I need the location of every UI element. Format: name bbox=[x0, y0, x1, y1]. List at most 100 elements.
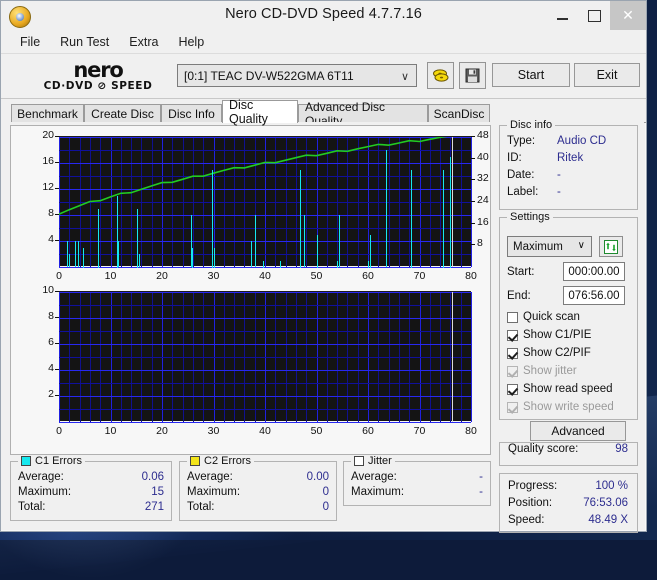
jitter-maximum-row: Maximum: - bbox=[344, 486, 490, 501]
y-axis-tick-label: 8 bbox=[29, 310, 54, 322]
maximize-button[interactable] bbox=[578, 1, 610, 30]
checkbox-show-read-speed[interactable]: Show read speed bbox=[507, 381, 613, 397]
disc-id-value: Ritek bbox=[557, 152, 583, 164]
quality-score-value: 98 bbox=[615, 443, 628, 455]
tab-content-disc-quality: 481216208162432404801020304050607080 246… bbox=[1, 122, 644, 530]
checkbox-show-jitter: Show jitter bbox=[507, 363, 577, 379]
grid-line-horizontal bbox=[59, 318, 471, 319]
tab-benchmark[interactable]: Benchmark bbox=[11, 104, 84, 123]
c2-average-row: Average: 0.00 bbox=[180, 471, 336, 486]
menu-bar: File Run Test Extra Help bbox=[1, 31, 646, 54]
exit-button[interactable]: Exit bbox=[574, 63, 640, 87]
drive-select-value: [0:1] TEAC DV-W522GMA 6T11 bbox=[184, 69, 354, 83]
start-button[interactable]: Start bbox=[492, 63, 570, 87]
speed-select[interactable]: Maximum ∨ bbox=[507, 236, 592, 257]
jitter-average-label: Average: bbox=[351, 471, 397, 483]
checkbox-show-c1-pie[interactable]: Show C1/PIE bbox=[507, 327, 591, 343]
floppy-save-icon bbox=[465, 68, 480, 83]
end-time-label: End: bbox=[507, 290, 531, 302]
quick-scan-checkbox[interactable] bbox=[507, 312, 518, 323]
error-spike bbox=[192, 248, 193, 268]
grid-line-horizontal bbox=[59, 344, 471, 345]
c1-errors-group: C1 Errors Average: 0.06 Maximum: 15 Tota… bbox=[10, 461, 172, 521]
position-row: Position: 76:53.06 bbox=[500, 497, 637, 514]
c2-maximum-row: Maximum: 0 bbox=[180, 486, 336, 501]
chevron-down-icon: ∨ bbox=[401, 70, 409, 83]
show-read-speed-checkbox[interactable] bbox=[507, 384, 518, 395]
error-spike bbox=[263, 261, 264, 268]
tab-advanced-disc-quality[interactable]: Advanced Disc Quality bbox=[298, 104, 428, 123]
tab-disc-quality[interactable]: Disc Quality bbox=[222, 100, 298, 123]
save-results-button[interactable] bbox=[459, 62, 486, 89]
grid-line-horizontal bbox=[59, 370, 471, 371]
eject-disc-button[interactable] bbox=[427, 62, 454, 89]
jitter-maximum-label: Maximum: bbox=[351, 486, 404, 498]
end-time-field[interactable]: 076:56.00 bbox=[563, 286, 625, 305]
y-axis-tick bbox=[55, 136, 59, 137]
quick-scan-label: Quick scan bbox=[523, 311, 580, 323]
close-button[interactable]: ✕ bbox=[610, 1, 646, 30]
start-time-label: Start: bbox=[507, 266, 534, 278]
c1-maximum-value: 15 bbox=[151, 486, 164, 498]
x-axis-tick-label: 50 bbox=[305, 270, 329, 282]
y2-axis-tick bbox=[471, 179, 475, 180]
logo-wordmark: nero bbox=[73, 60, 122, 80]
c1-errors-title: C1 Errors bbox=[18, 455, 85, 467]
grid-line-horizontal bbox=[59, 305, 471, 306]
disc-label-label: Label: bbox=[507, 186, 538, 198]
menu-item-help[interactable]: Help bbox=[169, 33, 213, 51]
advanced-button[interactable]: Advanced bbox=[530, 421, 626, 441]
show-c1-pie-checkbox[interactable] bbox=[507, 330, 518, 341]
y-axis-tick-label: 8 bbox=[29, 207, 54, 219]
c1-total-row: Total: 271 bbox=[11, 501, 171, 516]
right-panel: Disc info Type: Audio CD ID: Ritek Date:… bbox=[499, 125, 638, 540]
y-axis-tick-label: 12 bbox=[29, 181, 54, 193]
error-spike bbox=[304, 215, 305, 267]
c2-average-value: 0.00 bbox=[307, 471, 329, 483]
disc-id-row: ID: Ritek bbox=[500, 152, 637, 169]
quality-score-label: Quality score: bbox=[508, 443, 578, 455]
checkbox-quick-scan[interactable]: Quick scan bbox=[507, 309, 580, 325]
eject-disc-icon bbox=[432, 68, 449, 83]
c2-chart[interactable]: 24681001020304050607080 bbox=[11, 291, 483, 447]
drive-select[interactable]: [0:1] TEAC DV-W522GMA 6T11 ∨ bbox=[177, 64, 417, 87]
c1-speed-chart[interactable]: 481216208162432404801020304050607080 bbox=[11, 136, 483, 292]
minimize-button[interactable] bbox=[546, 1, 578, 30]
menu-item-extra[interactable]: Extra bbox=[120, 33, 167, 51]
menu-item-run-test[interactable]: Run Test bbox=[51, 33, 118, 51]
checkbox-show-c2-pif[interactable]: Show C2/PIF bbox=[507, 345, 591, 361]
position-label: Position: bbox=[508, 497, 552, 509]
tab-disc-info[interactable]: Disc Info bbox=[161, 104, 222, 123]
menu-item-file[interactable]: File bbox=[11, 33, 49, 51]
c2-errors-group: C2 Errors Average: 0.00 Maximum: 0 Total… bbox=[179, 461, 337, 521]
y-axis-tick-label: 2 bbox=[29, 388, 54, 400]
x-axis-tick-label: 10 bbox=[99, 425, 123, 437]
c2-color-swatch bbox=[190, 456, 200, 466]
y2-axis-tick bbox=[471, 136, 475, 137]
grid-line-horizontal bbox=[59, 396, 471, 397]
tab-create-disc[interactable]: Create Disc bbox=[84, 104, 161, 123]
show-read-speed-label: Show read speed bbox=[523, 383, 613, 395]
disc-label-value: - bbox=[557, 186, 561, 198]
error-spike bbox=[212, 170, 213, 268]
c1-average-value: 0.06 bbox=[142, 471, 164, 483]
application-window: Nero CD-DVD Speed 4.7.7.16 ✕ File Run Te… bbox=[0, 0, 647, 532]
error-spike bbox=[280, 261, 281, 268]
c2-maximum-label: Maximum: bbox=[187, 486, 240, 498]
y-axis-tick bbox=[55, 369, 59, 370]
c1-total-value: 271 bbox=[145, 501, 164, 513]
y2-axis-tick-label: 16 bbox=[477, 216, 501, 228]
error-spike bbox=[255, 215, 256, 267]
x-axis-tick-label: 50 bbox=[305, 425, 329, 437]
y-axis-tick bbox=[55, 291, 59, 292]
x-axis-tick-label: 80 bbox=[459, 425, 483, 437]
refresh-disc-button[interactable] bbox=[599, 236, 623, 257]
error-spike bbox=[75, 241, 76, 267]
graph-panel: 481216208162432404801020304050607080 246… bbox=[10, 125, 491, 455]
jitter-average-row: Average: - bbox=[344, 471, 490, 486]
c2-total-row: Total: 0 bbox=[180, 501, 336, 516]
tab-scandisc[interactable]: ScanDisc bbox=[428, 104, 490, 123]
show-c2-pif-checkbox[interactable] bbox=[507, 348, 518, 359]
y-axis-tick bbox=[55, 317, 59, 318]
start-time-field[interactable]: 000:00.00 bbox=[563, 262, 625, 281]
